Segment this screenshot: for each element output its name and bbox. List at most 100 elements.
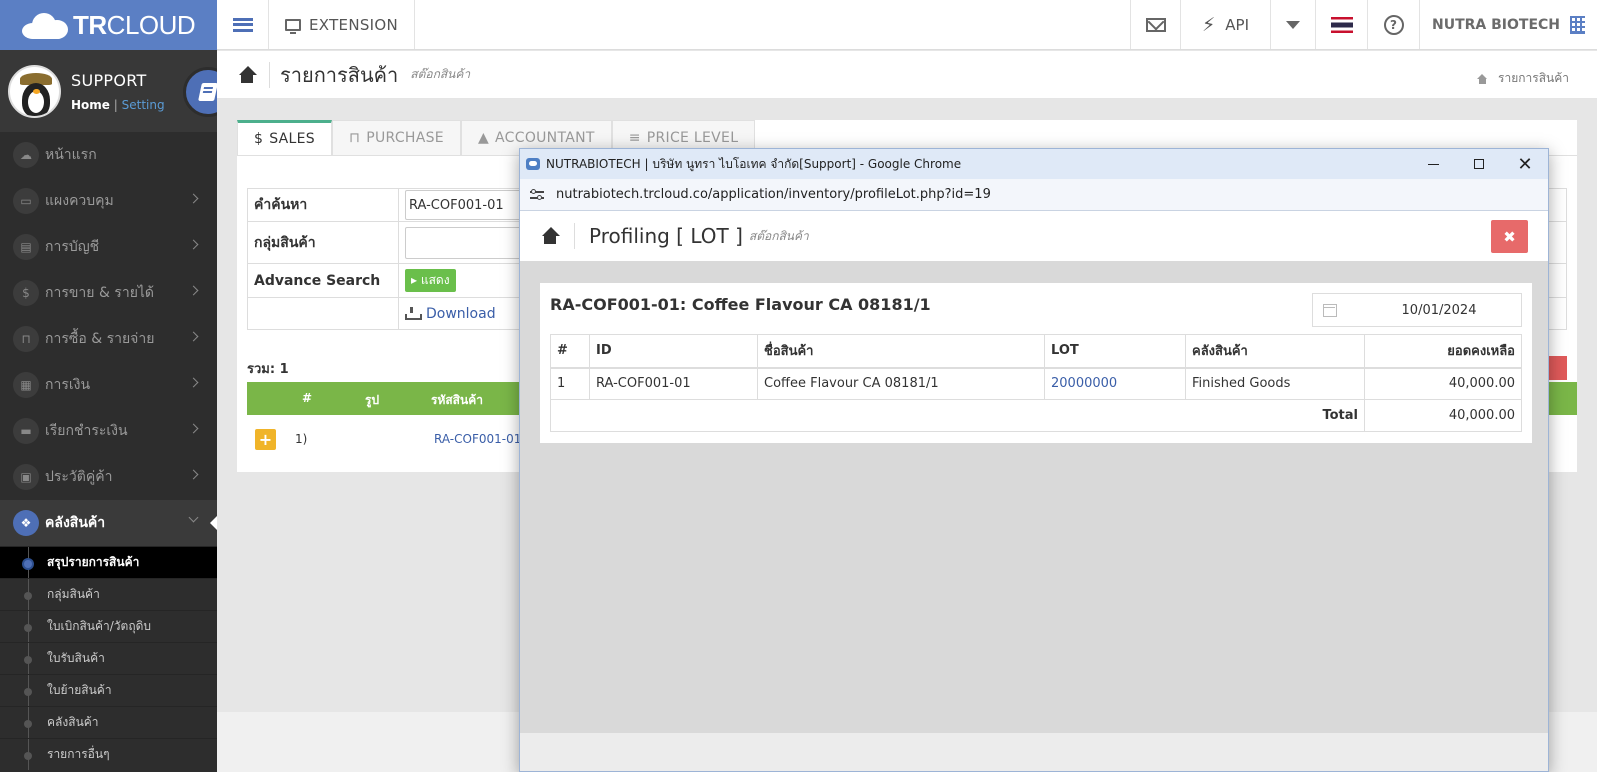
popup-title: Profiling [ LOT ]: [589, 224, 743, 248]
submenu-item-warehouse[interactable]: คลังสินค้า: [0, 706, 217, 738]
language-button[interactable]: [1315, 0, 1367, 49]
submenu-item-transfer[interactable]: ใบย้ายสินค้า: [0, 674, 217, 706]
submenu-item-product-summary[interactable]: สรุปรายการสินค้า: [0, 546, 217, 578]
lot-link[interactable]: 20000000: [1051, 376, 1117, 391]
setting-link[interactable]: Setting: [122, 98, 165, 112]
column-header: รหัสสินค้า: [431, 393, 483, 407]
help-button[interactable]: ?: [1367, 0, 1419, 49]
lot-table: # ID ชื่อสินค้า LOT คลังสินค้า ยอดคงเหลื…: [550, 334, 1522, 432]
date-input[interactable]: 10/01/2024: [1312, 293, 1522, 327]
api-button[interactable]: ⚡ API: [1180, 0, 1270, 49]
minimize-button[interactable]: [1410, 149, 1456, 179]
brand-logo[interactable]: TRCLOUD: [0, 0, 217, 50]
chevron-right-icon: [188, 469, 199, 480]
expand-row-button[interactable]: +: [255, 429, 276, 450]
download-icon: [405, 307, 422, 320]
column-header: คลังสินค้า: [1185, 334, 1365, 369]
submenu-item-goods-receipt[interactable]: ใบรับสินค้า: [0, 642, 217, 674]
row-number: 1): [295, 432, 308, 446]
search-label: คำค้นหา: [248, 189, 399, 221]
chevron-right-icon: [188, 423, 199, 434]
popup-close-button[interactable]: ✖: [1491, 220, 1528, 253]
page-title: รายการสินค้า: [280, 62, 399, 87]
download-link[interactable]: Download: [405, 306, 496, 322]
envelope-icon: [1145, 17, 1166, 32]
sidebar-item-home[interactable]: ☁ หน้าแรก: [0, 132, 217, 178]
submenu-item-others[interactable]: รายการอื่นๆ: [0, 738, 217, 770]
favicon-icon: [526, 158, 540, 170]
column-header: ID: [589, 334, 758, 369]
sidebar-item-inventory[interactable]: ❖ คลังสินค้า: [0, 500, 217, 546]
top-navbar: EXTENSION ⚡ API ? NUTRA BIOTECH: [217, 0, 1597, 50]
question-icon: ?: [1383, 14, 1404, 35]
table-row: 1 RA-COF001-01 Coffee Flavour CA 08181/1…: [550, 367, 1522, 400]
home-link[interactable]: Home: [71, 98, 110, 112]
boxes-icon: ❖: [13, 510, 39, 536]
column-header: LOT: [1044, 334, 1186, 369]
column-header: รูป: [365, 393, 380, 407]
sidebar-item-label: การขาย & รายได้: [45, 285, 155, 301]
tab-sales[interactable]: $ SALES: [237, 120, 332, 155]
avatar: [8, 64, 61, 118]
chevron-right-icon: [188, 239, 199, 250]
product-code-link[interactable]: RA-COF001-01: [434, 432, 521, 446]
dollar-icon: $: [254, 131, 264, 147]
building-icon: [1570, 15, 1585, 34]
sidebar-item-label: เรียกชำระเงิน: [45, 423, 128, 439]
sidebar-item-dashboard[interactable]: ▭ แผงควบคุม: [0, 178, 217, 224]
manual-button[interactable]: [183, 67, 217, 117]
cloud-logo-icon: [22, 11, 70, 39]
tab-purchase[interactable]: ⊓ PURCHASE: [331, 120, 461, 155]
cell-balance: 40,000.00: [1364, 367, 1522, 400]
window-titlebar[interactable]: NUTRABIOTECH | บริษัท นูทรา ไบโอเทค จำกั…: [520, 149, 1548, 179]
sidebar-item-label: การเงิน: [45, 377, 91, 393]
dropdown-button[interactable]: [1270, 0, 1315, 49]
calendar-icon: [1323, 303, 1337, 317]
column-header: ยอดคงเหลือ: [1364, 334, 1522, 369]
sidebar-item-accounting[interactable]: ▤ การบัญชี: [0, 224, 217, 270]
url-text: nutrabiotech.trcloud.co/application/inve…: [556, 187, 991, 202]
sidebar: SUPPORT Home | Setting ☁ หน้าแรก ▭ แผงควบค…: [0, 50, 217, 772]
chevron-right-icon: [188, 193, 199, 204]
breadcrumb-current: รายการสินค้า: [1498, 71, 1569, 85]
popup-browser-window: NUTRABIOTECH | บริษัท นูทรา ไบโอเทค จำกั…: [519, 148, 1549, 772]
sidebar-item-contacts[interactable]: ▣ ประวัติคู่ค้า: [0, 454, 217, 500]
window-close-button[interactable]: ✕: [1502, 149, 1548, 179]
sidebar-item-label: ประวัติคู่ค้า: [45, 469, 113, 485]
group-label: กลุ่มสินค้า: [248, 222, 399, 263]
sidebar-item-billing[interactable]: ▬ เรียกชำระเงิน: [0, 408, 217, 454]
show-advance-button[interactable]: ▸ แสดง: [405, 269, 456, 292]
site-settings-icon[interactable]: [530, 188, 544, 201]
total-row: Total 40,000.00: [550, 399, 1522, 432]
sidebar-item-finance[interactable]: ▦ การเงิน: [0, 362, 217, 408]
sidebar-item-label: การบัญชี: [45, 239, 100, 255]
hamburger-menu-button[interactable]: [217, 0, 269, 49]
submenu-item-product-group[interactable]: กลุ่มสินค้า: [0, 578, 217, 610]
company-button[interactable]: NUTRA BIOTECH: [1419, 0, 1597, 49]
mail-button[interactable]: [1130, 0, 1180, 49]
address-bar[interactable]: nutrabiotech.trcloud.co/application/inve…: [520, 179, 1548, 211]
sidebar-item-purchase[interactable]: ⊓ การซื้อ & รายจ่าย: [0, 316, 217, 362]
table-row: + 1) RA-COF001-01: [247, 415, 547, 465]
chevron-right-icon: [188, 331, 199, 342]
company-name: NUTRA BIOTECH: [1431, 16, 1560, 33]
sidebar-item-sales[interactable]: $ การขาย & รายได้: [0, 270, 217, 316]
submenu-item-requisition[interactable]: ใบเบิกสินค้า/วัตถุดิบ: [0, 610, 217, 642]
logo-text: CLOUD: [106, 9, 196, 40]
book-icon: [198, 83, 217, 101]
cart-icon: ⊓: [13, 326, 39, 352]
popup-subtitle: สต๊อกสินค้า: [748, 228, 809, 243]
graduation-cap-icon: ▲: [477, 130, 490, 146]
extension-button[interactable]: EXTENSION: [269, 0, 416, 49]
column-header: #: [550, 334, 590, 369]
logo-text-bold: TR: [73, 9, 107, 40]
sidebar-item-label: คลังสินค้า: [45, 515, 106, 531]
book-icon: ▤: [13, 234, 39, 260]
home-icon[interactable]: [540, 227, 560, 245]
maximize-button[interactable]: [1456, 149, 1502, 179]
home-icon[interactable]: [237, 65, 257, 84]
chevron-right-icon: [188, 377, 199, 388]
card-icon: ▬: [13, 418, 39, 444]
plug-icon: ⚡: [1201, 13, 1216, 36]
breadcrumb-home-icon[interactable]: [1477, 73, 1488, 84]
